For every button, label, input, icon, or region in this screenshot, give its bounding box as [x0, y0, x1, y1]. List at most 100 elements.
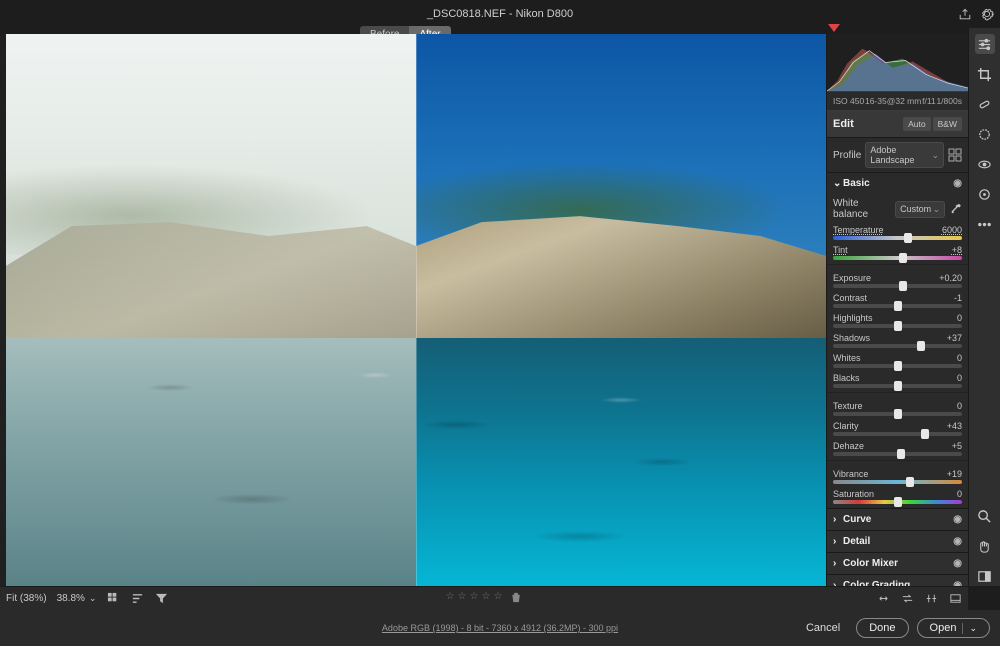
eye-icon[interactable]: ◉	[953, 514, 962, 525]
star-icon[interactable]: ☆	[458, 591, 467, 607]
exposure-slider[interactable]: Exposure +0.20	[827, 272, 968, 292]
clarity-label: Clarity	[833, 421, 859, 431]
clipping-warning-icon[interactable]	[828, 24, 840, 32]
dehaze-slider[interactable]: Dehaze +5	[827, 440, 968, 460]
saturation-value[interactable]: 0	[957, 489, 962, 499]
tint-slider[interactable]: Tint +8	[827, 244, 968, 264]
sort-icon[interactable]	[130, 592, 144, 606]
presets-tool-icon[interactable]	[975, 184, 995, 204]
trash-icon[interactable]	[509, 591, 522, 607]
titlebar: _DSC0818.NEF - Nikon D800	[0, 0, 1000, 28]
star-icon[interactable]: ☆	[470, 591, 479, 607]
edit-sliders-tool-icon[interactable]	[975, 34, 995, 54]
zoom-tool-icon[interactable]	[975, 506, 995, 526]
share-icon[interactable]	[958, 7, 972, 21]
whitebalance-select[interactable]: Custom	[895, 201, 945, 218]
clarity-value[interactable]: +43	[947, 421, 962, 431]
detail-section-header[interactable]: ›Detail◉	[827, 530, 968, 552]
temperature-value[interactable]: 6000	[942, 225, 962, 235]
vibrance-label: Vibrance	[833, 469, 868, 479]
saturation-label: Saturation	[833, 489, 874, 499]
profile-grid-icon[interactable]	[948, 148, 962, 162]
whitebalance-label: White balance	[833, 198, 891, 220]
dehaze-label: Dehaze	[833, 441, 864, 451]
document-title: _DSC0818.NEF - Nikon D800	[427, 8, 573, 20]
color-grading-section-header[interactable]: ›Color Grading◉	[827, 574, 968, 586]
shadows-slider[interactable]: Shadows +37	[827, 332, 968, 352]
grid-view-icon[interactable]	[106, 592, 120, 606]
whites-slider[interactable]: Whites 0	[827, 352, 968, 372]
vibrance-slider[interactable]: Vibrance +19	[827, 468, 968, 488]
profile-label: Profile	[833, 150, 861, 161]
blacks-value[interactable]: 0	[957, 373, 962, 383]
compare-swap-icon[interactable]	[900, 592, 914, 606]
iso-value: ISO 450	[833, 96, 864, 106]
temperature-label: Temperature	[833, 225, 884, 235]
toggle-panel-icon[interactable]	[975, 566, 995, 586]
zoom-select[interactable]: 38.8%	[57, 593, 97, 604]
aperture-value: f/11	[922, 96, 936, 106]
open-button[interactable]: Open	[917, 618, 990, 638]
exposure-label: Exposure	[833, 273, 871, 283]
color-mixer-section-header[interactable]: ›Color Mixer◉	[827, 552, 968, 574]
blacks-slider[interactable]: Blacks0	[827, 372, 968, 392]
eye-icon[interactable]: ◉	[953, 558, 962, 569]
footer-bar: Adobe RGB (1998) - 8 bit - 7360 x 4912 (…	[0, 610, 1000, 646]
whites-value[interactable]: 0	[957, 353, 962, 363]
basic-section-header[interactable]: ⌄Basic ◉	[827, 172, 968, 194]
highlights-value[interactable]: 0	[957, 313, 962, 323]
curve-section-header[interactable]: ›Curve◉	[827, 508, 968, 530]
rating-stars[interactable]: ☆☆☆☆☆	[446, 591, 523, 607]
cancel-button[interactable]: Cancel	[798, 618, 848, 638]
compare-split-icon[interactable]	[924, 592, 938, 606]
contrast-value[interactable]: -1	[954, 293, 962, 303]
tint-value[interactable]: +8	[952, 245, 962, 255]
texture-slider[interactable]: Texture0	[827, 400, 968, 420]
mask-tool-icon[interactable]	[975, 124, 995, 144]
hand-tool-icon[interactable]	[975, 536, 995, 556]
vibrance-value[interactable]: +19	[947, 469, 962, 479]
shutter-value: 1/800s	[936, 96, 962, 106]
auto-button[interactable]: Auto	[903, 117, 931, 131]
clarity-slider[interactable]: Clarity +43	[827, 420, 968, 440]
histogram[interactable]	[827, 34, 968, 92]
photo-metadata: ISO 450 16-35@32 mm f/11 1/800s	[827, 92, 968, 111]
highlights-slider[interactable]: Highlights 0	[827, 312, 968, 332]
filter-icon[interactable]	[154, 592, 168, 606]
status-bar: Fit (38%) 38.8% ☆☆☆☆☆	[0, 586, 968, 610]
shadows-value[interactable]: +37	[947, 333, 962, 343]
edit-panel: ISO 450 16-35@32 mm f/11 1/800s Edit Aut…	[826, 34, 968, 586]
highlights-label: Highlights	[833, 313, 873, 323]
more-tool-icon[interactable]	[975, 214, 995, 234]
exposure-value[interactable]: +0.20	[939, 273, 962, 283]
gear-icon[interactable]	[980, 7, 994, 21]
eye-icon[interactable]: ◉	[953, 178, 962, 189]
star-icon[interactable]: ☆	[493, 591, 502, 607]
shadows-label: Shadows	[833, 333, 870, 343]
star-icon[interactable]: ☆	[446, 591, 455, 607]
compare-cycle-icon[interactable]	[876, 592, 890, 606]
tool-strip	[968, 28, 1000, 586]
done-button[interactable]: Done	[856, 618, 908, 638]
temperature-slider[interactable]: Temperature 6000	[827, 224, 968, 244]
crop-tool-icon[interactable]	[975, 64, 995, 84]
saturation-slider[interactable]: Saturation 0	[827, 488, 968, 508]
image-metadata-summary[interactable]: Adobe RGB (1998) - 8 bit - 7360 x 4912 (…	[382, 623, 618, 633]
tint-label: Tint	[833, 245, 848, 255]
profile-select[interactable]: Adobe Landscape	[865, 142, 944, 168]
edit-section-label: Edit	[833, 118, 854, 130]
whites-label: Whites	[833, 353, 861, 363]
filmstrip-icon[interactable]	[948, 592, 962, 606]
eye-icon[interactable]: ◉	[953, 536, 962, 547]
bw-button[interactable]: B&W	[933, 117, 962, 131]
contrast-slider[interactable]: Contrast -1	[827, 292, 968, 312]
contrast-label: Contrast	[833, 293, 867, 303]
dehaze-value[interactable]: +5	[952, 441, 962, 451]
texture-value[interactable]: 0	[957, 401, 962, 411]
healing-tool-icon[interactable]	[975, 94, 995, 114]
eyedropper-icon[interactable]	[949, 202, 962, 216]
image-canvas[interactable]	[0, 34, 826, 586]
fit-label[interactable]: Fit (38%)	[6, 593, 47, 604]
redeye-tool-icon[interactable]	[975, 154, 995, 174]
star-icon[interactable]: ☆	[481, 591, 490, 607]
